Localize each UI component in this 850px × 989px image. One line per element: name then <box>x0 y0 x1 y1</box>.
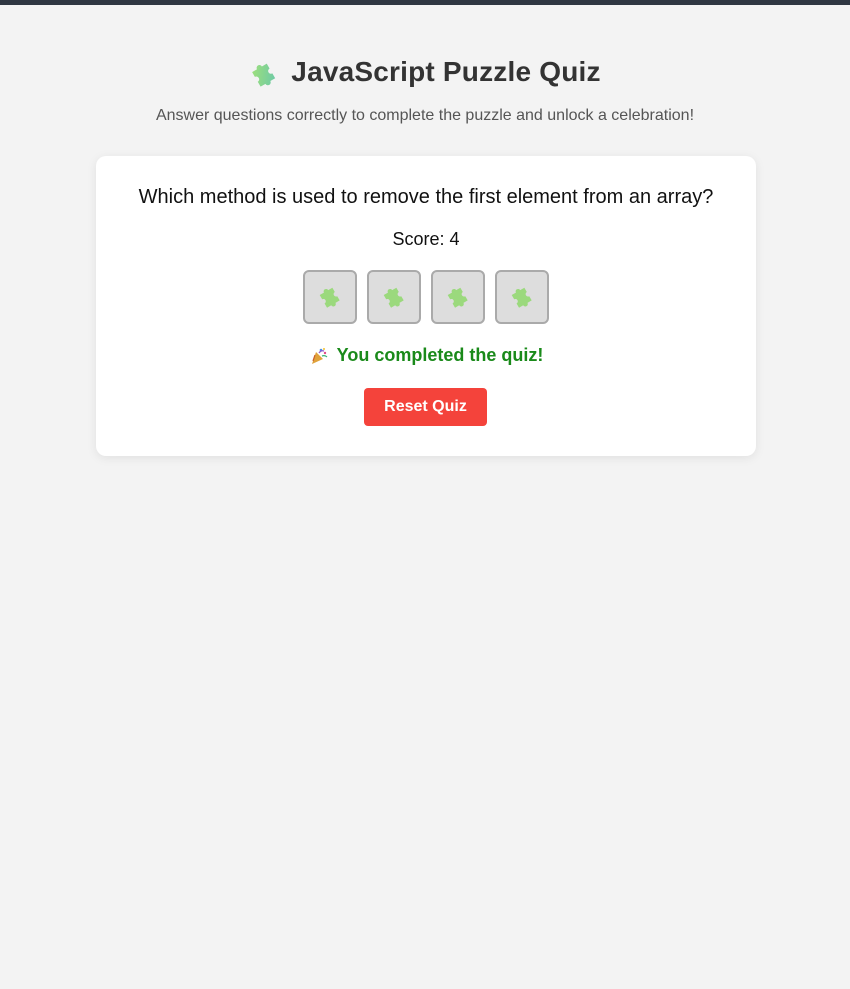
puzzle-piece-tile <box>367 270 421 324</box>
party-popper-icon <box>309 346 329 366</box>
page-title: JavaScript Puzzle Quiz <box>291 56 601 87</box>
title-row: JavaScript Puzzle Quiz <box>249 52 601 92</box>
quiz-card: Which method is used to remove the first… <box>96 156 756 456</box>
puzzle-piece-icon <box>249 57 279 87</box>
reset-quiz-button[interactable]: Reset Quiz <box>364 388 487 426</box>
puzzle-piece-icon <box>381 282 407 313</box>
puzzle-piece-icon <box>509 282 535 313</box>
completion-text: You completed the quiz! <box>336 345 544 365</box>
puzzle-piece-icon <box>317 282 343 313</box>
top-bar <box>0 0 850 5</box>
puzzle-pieces <box>303 270 549 324</box>
puzzle-piece-tile <box>431 270 485 324</box>
completion-message: You completed the quiz! <box>96 345 756 366</box>
puzzle-piece-icon <box>445 282 471 313</box>
puzzle-piece-tile <box>303 270 357 324</box>
page-header: JavaScript Puzzle Quiz <box>0 52 850 92</box>
page-subtitle: Answer questions correctly to complete t… <box>155 107 695 124</box>
question-text: Which method is used to remove the first… <box>138 186 714 208</box>
score-text: Score: 4 <box>392 229 460 249</box>
puzzle-piece-tile <box>495 270 549 324</box>
